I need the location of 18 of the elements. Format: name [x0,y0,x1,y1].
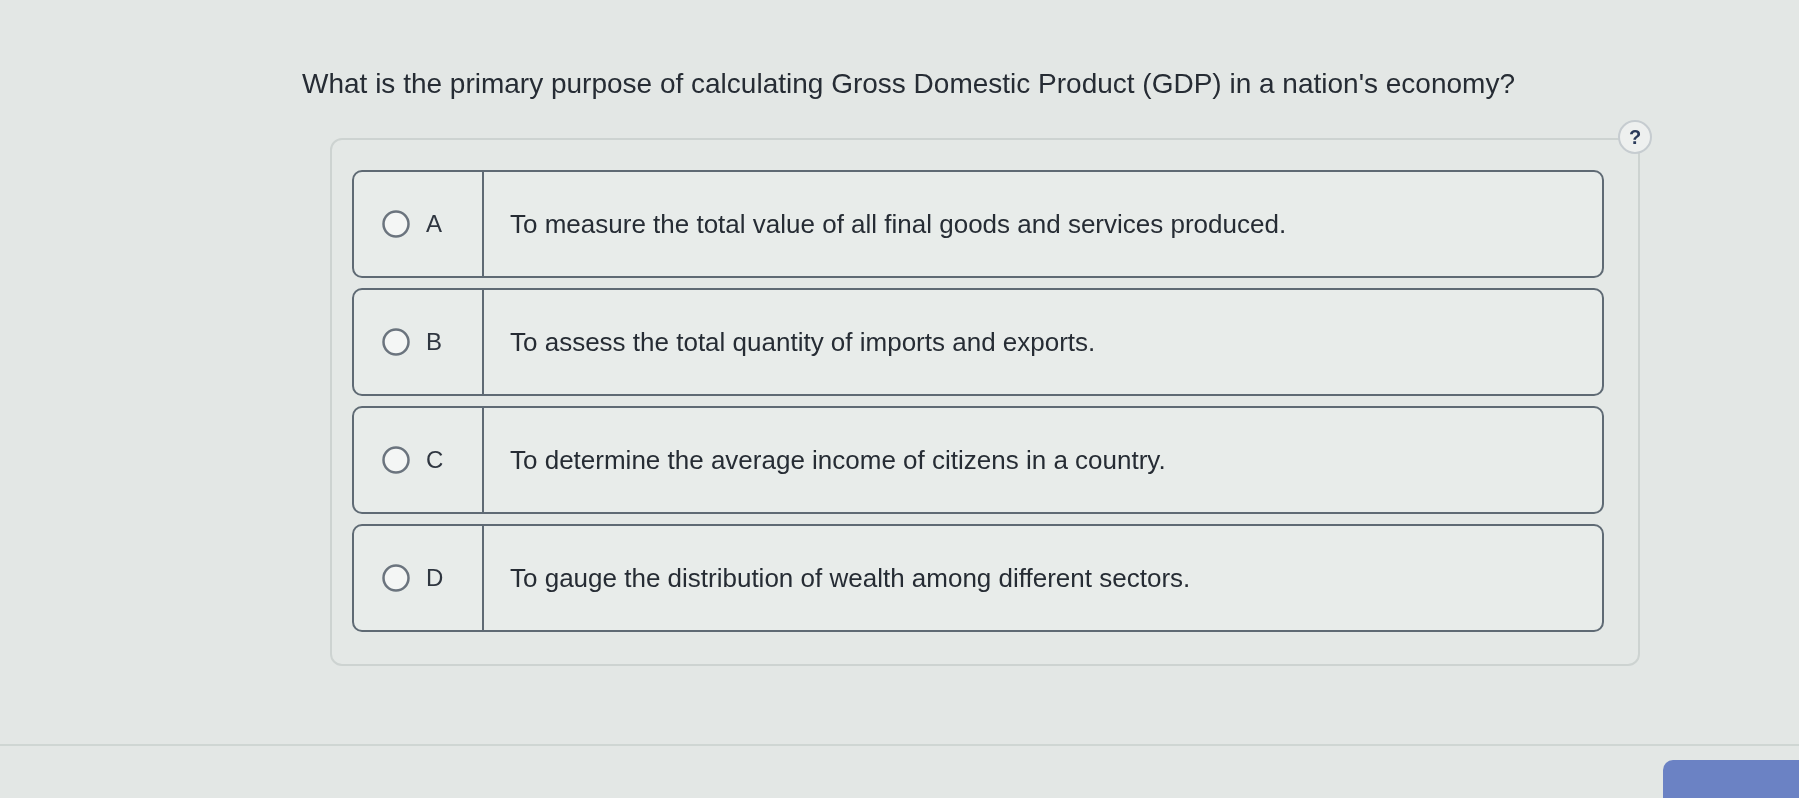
option-letter: C [426,446,444,474]
radio-button[interactable] [382,328,410,356]
option-text: To gauge the distribution of wealth among different sectors. [510,562,1191,594]
help-button[interactable]: ? [1618,120,1652,154]
answer-option[interactable]: D To gauge the distribution of wealth among different sectors. [352,524,1604,632]
option-text: To assess the total quantity of imports and exports. [510,326,1096,358]
question-text: What is the primary purpose of calculating Gross Domestic Product (GDP) in a nation's economy? [302,67,1516,101]
option-letter: D [426,564,444,592]
radio-button[interactable] [382,564,410,592]
radio-button[interactable] [382,446,410,474]
answer-option[interactable]: B To assess the total quantity of imports and exports. [352,288,1604,396]
answer-option[interactable]: A To measure the total value of all final goods and services produced. [352,170,1604,278]
option-text: To determine the average income of citizens in a country. [510,444,1166,476]
radio-button[interactable] [382,210,410,238]
option-text: To measure the total value of all final goods and services produced. [510,208,1287,240]
option-letter: A [426,210,442,238]
option-letter: B [426,328,442,356]
answer-option[interactable]: C To determine the average income of citizens in a country. [352,406,1604,514]
